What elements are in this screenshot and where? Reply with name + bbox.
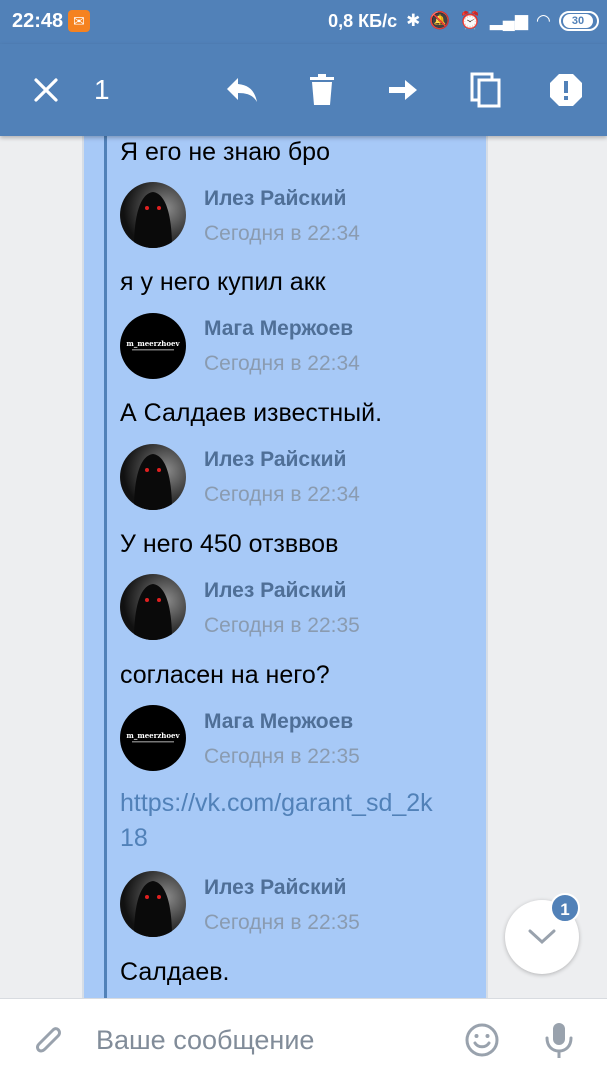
sender-name[interactable]: Мага Мержоев [204, 317, 353, 341]
voice-message-button[interactable] [538, 1019, 580, 1061]
paperclip-icon [36, 1027, 61, 1053]
unread-badge: 1 [550, 893, 580, 923]
message-time: Сегодня в 22:34 [204, 483, 360, 506]
sender-name[interactable]: Илез Райский [204, 579, 346, 603]
reply-button[interactable] [222, 70, 262, 110]
reply-icon [227, 78, 257, 102]
avatar[interactable]: m_meerzhoev [120, 313, 186, 379]
bluetooth-icon: ✱ [406, 11, 421, 30]
wifi-icon: ◠ [536, 11, 550, 30]
forward-button[interactable] [384, 70, 424, 110]
delete-icon [310, 74, 334, 105]
report-icon [550, 74, 582, 106]
message-text: Салдаев. [120, 958, 230, 986]
m-meerzhoev-avatar: m_meerzhoev [126, 731, 181, 743]
chat-area[interactable]: Я его не знаю бро Илез Райский Сегодня в… [0, 136, 607, 998]
hooded-figure-avatar [134, 584, 172, 640]
sender-name[interactable]: Илез Райский [204, 876, 346, 900]
alarm-icon: ⏰ [459, 11, 481, 30]
forwarded-quote-bar [104, 136, 107, 998]
emoji-button[interactable] [461, 1019, 503, 1061]
sender-name[interactable]: Илез Райский [204, 187, 346, 211]
close-button[interactable] [26, 70, 66, 110]
selected-message-bubble[interactable] [82, 136, 488, 998]
copy-button[interactable] [466, 70, 506, 110]
avatar[interactable]: m_meerzhoev [120, 705, 186, 771]
smiley-icon [465, 1023, 499, 1057]
message-input[interactable]: Ваше сообщение [96, 1025, 314, 1056]
mute-icon: 🔕 [429, 11, 451, 30]
report-button[interactable] [546, 70, 586, 110]
notification-app-icon: ✉ [68, 10, 90, 32]
avatar-logo-text: m_meerzhoev [126, 339, 180, 348]
message-text: согласен на него? [120, 661, 330, 689]
message-text: я у него купил акк [120, 268, 326, 296]
microphone-icon [545, 1023, 573, 1058]
avatar[interactable] [120, 871, 186, 937]
avatar[interactable] [120, 444, 186, 510]
chevron-down-icon [528, 929, 556, 945]
avatar-logo-text: m_meerzhoev [126, 731, 180, 740]
m-meerzhoev-avatar: m_meerzhoev [126, 339, 181, 351]
hooded-figure-avatar [134, 454, 172, 510]
hooded-figure-avatar [134, 881, 172, 937]
sender-name[interactable]: Мага Мержоев [204, 710, 353, 734]
message-time: Сегодня в 22:35 [204, 911, 360, 934]
battery-level: 30 [563, 14, 593, 28]
signal-icon: ▂▄▆ [489, 11, 528, 30]
message-link[interactable]: https://vk.com/garant_sd_2k18 [120, 786, 440, 856]
avatar[interactable] [120, 182, 186, 248]
message-text: Я его не знаю бро [120, 138, 330, 166]
attach-button[interactable] [26, 1019, 68, 1061]
delete-button[interactable] [302, 70, 342, 110]
status-bar: 22:48 ✉ 0,8 КБ/с ✱ 🔕 ⏰ ▂▄▆ ◠ 30 [0, 0, 607, 44]
battery-icon: 30 [559, 11, 599, 31]
sender-name[interactable]: Илез Райский [204, 448, 346, 472]
copy-icon [470, 72, 501, 108]
message-time: Сегодня в 22:35 [204, 614, 360, 637]
message-text: У него 450 отзввов [120, 530, 339, 558]
selected-count: 1 [94, 74, 110, 105]
network-speed: 0,8 КБ/с [328, 10, 398, 31]
status-time: 22:48 [12, 10, 64, 32]
close-icon [34, 78, 58, 102]
hooded-figure-avatar [134, 192, 172, 248]
message-time: Сегодня в 22:34 [204, 352, 360, 375]
forward-icon [389, 80, 417, 100]
message-composer: Ваше сообщение [0, 998, 607, 1080]
status-right: 0,8 КБ/с ✱ 🔕 ⏰ ▂▄▆ ◠ 30 [328, 10, 599, 32]
avatar[interactable] [120, 574, 186, 640]
message-text: А Салдаев известный. [120, 399, 383, 427]
message-time: Сегодня в 22:34 [204, 222, 360, 245]
message-time: Сегодня в 22:35 [204, 745, 360, 768]
selection-toolbar: 1 [0, 44, 607, 136]
